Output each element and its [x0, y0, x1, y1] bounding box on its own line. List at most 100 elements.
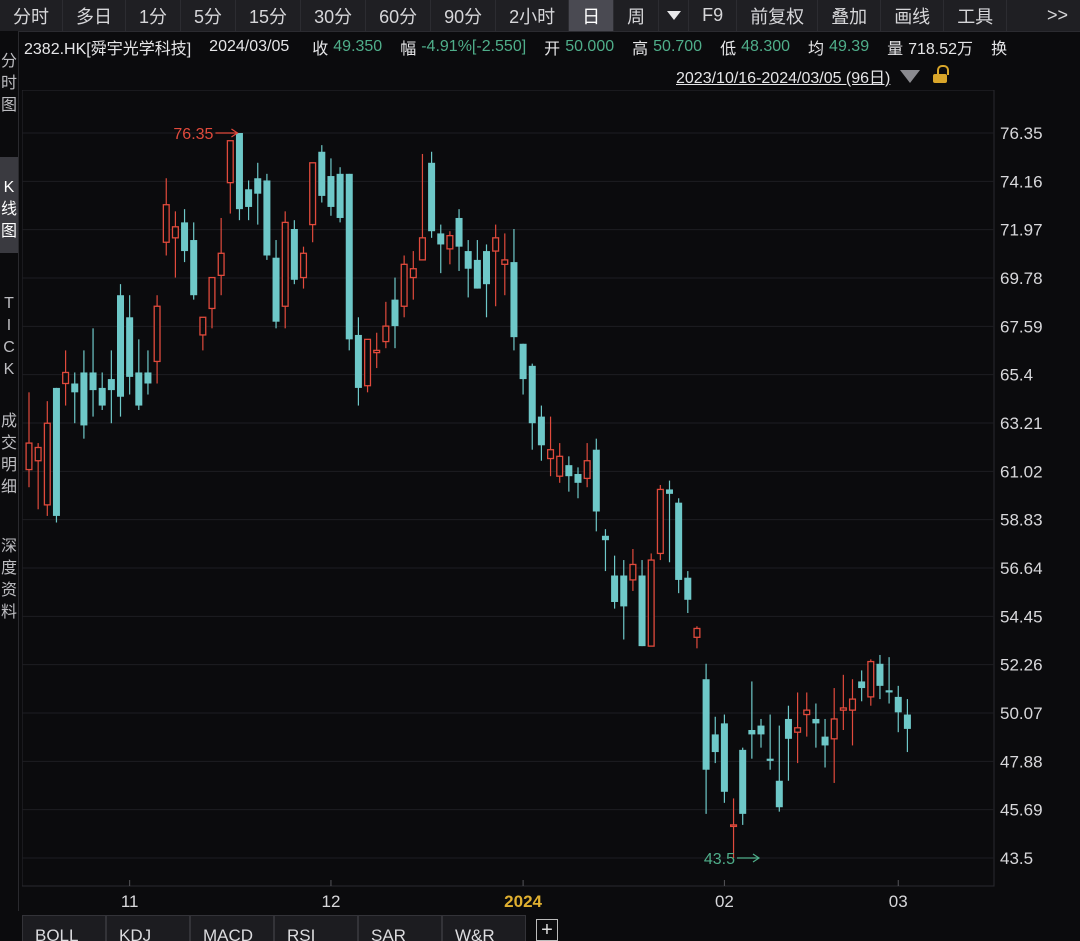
sidebar-tab-kline-chart[interactable]: K线图: [0, 157, 18, 253]
candle-down: [876, 654, 884, 700]
candle-body: [418, 237, 426, 261]
y-tick-label: 47.88: [1000, 752, 1043, 771]
tab-30min[interactable]: 30分: [301, 0, 367, 31]
candle-body: [171, 226, 179, 239]
candle-down: [135, 339, 143, 410]
tab-90min[interactable]: 90分: [431, 0, 497, 31]
f9-button[interactable]: F9: [689, 0, 738, 31]
candle-up: [867, 659, 875, 706]
add-indicator-button[interactable]: +: [536, 919, 558, 941]
tab-intraday[interactable]: 分时: [0, 0, 63, 31]
indicator-tab-boll[interactable]: BOLL: [22, 915, 106, 941]
candle-down: [519, 343, 527, 395]
candle-body: [62, 371, 70, 385]
triangle-down-icon[interactable]: [900, 69, 921, 83]
candle-body: [647, 559, 655, 647]
y-tick-label: 58.83: [1000, 511, 1043, 530]
tab-multi-day[interactable]: 多日: [63, 0, 126, 31]
candle-body: [601, 535, 609, 541]
candle-down: [254, 162, 262, 225]
close-label: 收: [312, 41, 329, 58]
draw-line-button[interactable]: 画线: [881, 0, 945, 31]
y-tick-label: 45.69: [1000, 801, 1043, 820]
quote-info-bar: 2382.HK[舜宇光学科技] 2024/03/05 收 49.350 幅 -4…: [24, 33, 1080, 61]
candle-down: [739, 747, 747, 825]
kline-chart-svg[interactable]: 76.35 74.16 71.97 69.78 67.59 65.4 63.21 61.02 5…: [21, 89, 1080, 911]
sidebar-tab-intraday-chart[interactable]: 分时图: [0, 51, 18, 141]
tab-weekly[interactable]: 周: [614, 0, 660, 31]
min-price-label: 43.5: [704, 851, 735, 868]
tab-2hour[interactable]: 2小时: [496, 0, 570, 31]
candle-body: [629, 563, 637, 581]
candle-body: [428, 162, 436, 232]
indicator-tab-rsi[interactable]: RSI: [274, 915, 358, 941]
candle-body: [98, 387, 106, 406]
candle-body: [858, 681, 866, 689]
candle-up: [153, 295, 161, 384]
indicator-tab-wr[interactable]: W&R: [442, 915, 526, 941]
tab-1min[interactable]: 1分: [126, 0, 182, 31]
candle-down: [336, 167, 344, 223]
candle-body: [867, 660, 875, 698]
price-adjust-button[interactable]: 前复权: [737, 0, 819, 31]
sidebar-tab-depth-data[interactable]: 深度资料: [0, 536, 18, 644]
candle-up: [62, 350, 70, 406]
candle-up: [373, 332, 381, 369]
candle-up: [693, 626, 701, 649]
date-range-selector[interactable]: 2023/10/16-2024/03/05 (96日): [676, 64, 950, 88]
candle-body: [25, 442, 33, 471]
candle-up: [162, 178, 170, 256]
candle-body: [263, 180, 271, 256]
indicator-tab-macd[interactable]: MACD: [190, 915, 274, 941]
tab-daily[interactable]: 日: [569, 0, 615, 31]
candle-down: [318, 145, 326, 203]
indicator-tab-kdj[interactable]: KDJ: [106, 915, 190, 941]
sidebar-tab-trade-detail[interactable]: 成交明细: [0, 411, 18, 519]
candle-body: [327, 176, 335, 207]
tab-60min[interactable]: 60分: [366, 0, 432, 31]
lock-icon[interactable]: [932, 64, 950, 83]
y-tick-label: 69.78: [1000, 269, 1043, 288]
candle-up: [34, 443, 42, 510]
tools-button[interactable]: 工具: [944, 0, 1008, 31]
more-button[interactable]: >>: [1035, 0, 1080, 31]
candle-body: [455, 217, 463, 247]
tab-15min[interactable]: 15分: [236, 0, 302, 31]
y-tick-label: 67.59: [1000, 317, 1043, 336]
candle-up: [199, 316, 207, 351]
candle-down: [327, 158, 335, 216]
candle-down: [235, 133, 243, 221]
candle-up: [656, 485, 664, 561]
candle-body: [190, 240, 198, 296]
candle-body: [281, 221, 289, 307]
candle-body: [748, 729, 756, 735]
candle-body: [464, 251, 472, 269]
open-value: 50.000: [565, 38, 615, 55]
date-range-text[interactable]: 2023/10/16-2024/03/05 (96日): [676, 64, 890, 88]
overlay-button[interactable]: 叠加: [818, 0, 882, 31]
kline-chart[interactable]: 76.35 74.16 71.97 69.78 67.59 65.4 63.21 61.02 5…: [21, 89, 1080, 915]
volume-value: 718.52万: [908, 41, 974, 58]
candle-body: [876, 663, 884, 686]
candle-up: [281, 211, 289, 329]
y-tick-label: 76.35: [1000, 124, 1043, 143]
candle-up: [309, 162, 317, 243]
candle-body: [675, 502, 683, 580]
candle-body: [391, 299, 399, 327]
candle-body: [547, 449, 555, 460]
candle-down: [537, 405, 545, 461]
candle-up: [25, 392, 33, 488]
sidebar-tab-tick[interactable]: TICK: [0, 293, 18, 393]
candle-up: [629, 549, 637, 591]
period-dropdown-button[interactable]: [659, 0, 690, 31]
candle-body: [519, 343, 527, 380]
candle-body: [400, 263, 408, 307]
indicator-tab-sar[interactable]: SAR: [358, 915, 442, 941]
candle-body: [638, 575, 646, 647]
x-tick-label: 2024: [504, 892, 542, 910]
candle-down: [345, 173, 353, 351]
tab-5min[interactable]: 5分: [181, 0, 237, 31]
candle-body: [235, 133, 243, 210]
candle-down: [428, 151, 436, 238]
candle-down: [181, 209, 189, 263]
